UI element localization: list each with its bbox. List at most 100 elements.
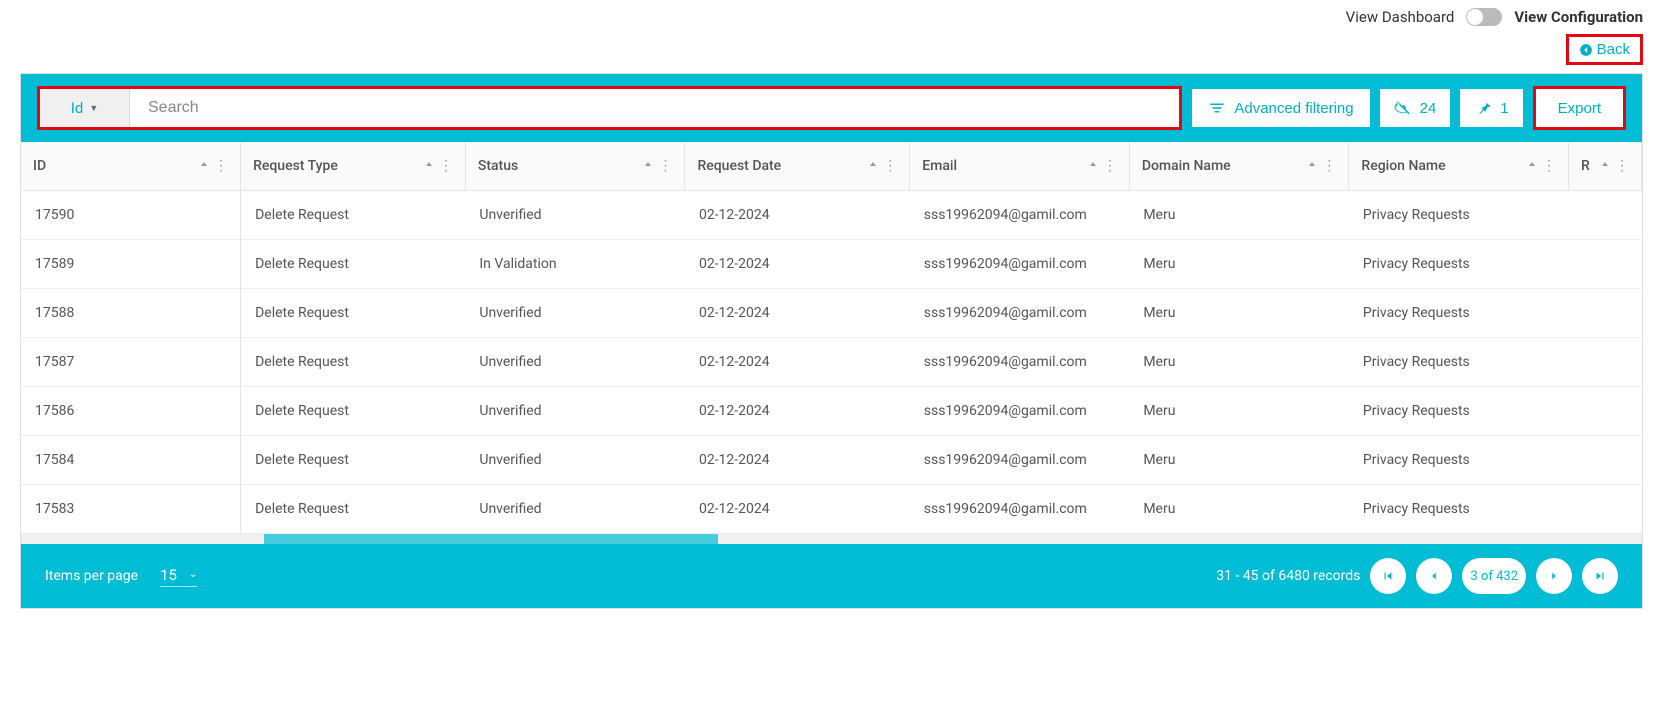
- table-cell: 02-12-2024: [685, 338, 910, 387]
- back-button-label: Back: [1597, 41, 1630, 58]
- table-row[interactable]: 17590Delete RequestUnverified02-12-2024s…: [21, 191, 1642, 240]
- table-cell: Privacy Requests: [1349, 240, 1569, 289]
- table-cell: In Validation: [465, 240, 685, 289]
- table-cell: Meru: [1129, 387, 1349, 436]
- table-cell: Delete Request: [241, 338, 466, 387]
- table-cell: Meru: [1129, 240, 1349, 289]
- column-header[interactable]: Status ⋮: [465, 142, 685, 191]
- last-page-icon: [1593, 569, 1607, 583]
- hidden-columns-button[interactable]: 24: [1380, 89, 1451, 127]
- items-per-page-value: 15: [160, 566, 177, 584]
- table-cell: Privacy Requests: [1349, 436, 1569, 485]
- column-menu-icon[interactable]: ⋮: [1542, 159, 1556, 173]
- column-header[interactable]: Request Date ⋮: [685, 142, 910, 191]
- table-row[interactable]: 17583Delete RequestUnverified02-12-2024s…: [21, 485, 1642, 534]
- records-range-text: 31 - 45 of 6480 records: [1216, 568, 1360, 584]
- export-button-label: Export: [1558, 100, 1601, 117]
- sort-asc-icon[interactable]: [1599, 160, 1611, 172]
- toggle-knob: [1467, 9, 1483, 25]
- column-menu-icon[interactable]: ⋮: [439, 159, 453, 173]
- column-header[interactable]: Request Type ⋮: [241, 142, 466, 191]
- table-row[interactable]: 17587Delete RequestUnverified02-12-2024s…: [21, 338, 1642, 387]
- table-cell: [1568, 338, 1641, 387]
- table-cell: Meru: [1129, 289, 1349, 338]
- table-cell: 02-12-2024: [685, 436, 910, 485]
- prev-page-button[interactable]: [1416, 558, 1452, 594]
- table-cell: Privacy Requests: [1349, 338, 1569, 387]
- column-menu-icon[interactable]: ⋮: [658, 159, 672, 173]
- column-header-label: R: [1581, 158, 1590, 174]
- horizontal-scrollbar-thumb[interactable]: [264, 534, 718, 544]
- table-cell: Delete Request: [241, 485, 466, 534]
- table-cell: Meru: [1129, 485, 1349, 534]
- column-header-label: Request Type: [253, 158, 338, 174]
- column-menu-icon[interactable]: ⋮: [1103, 159, 1117, 173]
- table-cell: [1568, 387, 1641, 436]
- table-cell: [1568, 240, 1641, 289]
- sort-asc-icon[interactable]: [1087, 160, 1099, 172]
- column-menu-icon[interactable]: ⋮: [1322, 159, 1336, 173]
- column-header[interactable]: ID ⋮: [21, 142, 241, 191]
- export-button[interactable]: Export: [1536, 89, 1623, 127]
- search-input[interactable]: [130, 89, 1179, 127]
- table-cell: 17587: [21, 338, 241, 387]
- back-button[interactable]: Back: [1566, 34, 1643, 65]
- column-menu-icon[interactable]: ⋮: [883, 159, 897, 173]
- table-scroll[interactable]: ID ⋮ Request Type ⋮ Status ⋮ Request Dat…: [21, 142, 1642, 544]
- sort-asc-icon[interactable]: [198, 160, 210, 172]
- table-cell: Unverified: [465, 485, 685, 534]
- table-cell: [1568, 485, 1641, 534]
- sort-asc-icon[interactable]: [423, 160, 435, 172]
- table-row[interactable]: 17589Delete RequestIn Validation02-12-20…: [21, 240, 1642, 289]
- next-page-button[interactable]: [1536, 558, 1572, 594]
- column-header-label: ID: [33, 158, 46, 174]
- table-cell: sss19962094@gamil.com: [910, 289, 1130, 338]
- column-header[interactable]: Region Name ⋮: [1349, 142, 1569, 191]
- table-cell: Unverified: [465, 338, 685, 387]
- column-menu-icon[interactable]: ⋮: [214, 159, 228, 173]
- first-page-icon: [1381, 569, 1395, 583]
- items-per-page-label: Items per page: [45, 568, 138, 584]
- table-cell: 17590: [21, 191, 241, 240]
- table-cell: 02-12-2024: [685, 191, 910, 240]
- eye-off-icon: [1394, 99, 1412, 117]
- page-of-text: 3 of 432: [1462, 558, 1526, 594]
- table-cell: Unverified: [465, 387, 685, 436]
- sort-asc-icon[interactable]: [1306, 160, 1318, 172]
- last-page-button[interactable]: [1582, 558, 1618, 594]
- first-page-button[interactable]: [1370, 558, 1406, 594]
- table-cell: [1568, 436, 1641, 485]
- pinned-columns-button[interactable]: 1: [1460, 89, 1522, 127]
- table-cell: 02-12-2024: [685, 485, 910, 534]
- column-header[interactable]: Domain Name ⋮: [1129, 142, 1349, 191]
- table-cell: sss19962094@gamil.com: [910, 338, 1130, 387]
- search-field-dropdown[interactable]: Id ▼: [40, 89, 130, 127]
- search-group: Id ▼: [37, 86, 1182, 130]
- table-cell: [1568, 191, 1641, 240]
- column-header-label: Status: [478, 158, 518, 174]
- table-row[interactable]: 17588Delete RequestUnverified02-12-2024s…: [21, 289, 1642, 338]
- chevron-right-icon: [1547, 569, 1561, 583]
- column-menu-icon[interactable]: ⋮: [1615, 159, 1629, 173]
- table-row[interactable]: 17586Delete RequestUnverified02-12-2024s…: [21, 387, 1642, 436]
- table-cell: 17584: [21, 436, 241, 485]
- search-field-label: Id: [71, 99, 84, 117]
- column-header[interactable]: R ⋮: [1568, 142, 1641, 191]
- table-cell: Privacy Requests: [1349, 387, 1569, 436]
- items-per-page-select[interactable]: 15 ⌄: [160, 566, 197, 587]
- sort-asc-icon[interactable]: [867, 160, 879, 172]
- table-cell: 02-12-2024: [685, 240, 910, 289]
- table-row[interactable]: 17584Delete RequestUnverified02-12-2024s…: [21, 436, 1642, 485]
- horizontal-scrollbar[interactable]: [21, 534, 1642, 544]
- table-cell: Unverified: [465, 191, 685, 240]
- table-cell: Privacy Requests: [1349, 191, 1569, 240]
- pagination-bar: Items per page 15 ⌄ 31 - 45 of 6480 reco…: [21, 544, 1642, 608]
- table-cell: Meru: [1129, 191, 1349, 240]
- dashboard-toggle[interactable]: [1466, 8, 1502, 26]
- advanced-filtering-button[interactable]: Advanced filtering: [1192, 89, 1369, 127]
- sort-asc-icon[interactable]: [1526, 160, 1538, 172]
- column-header[interactable]: Email ⋮: [910, 142, 1130, 191]
- caret-down-icon: ⌄: [189, 569, 197, 580]
- caret-down-icon: ▼: [89, 103, 98, 114]
- sort-asc-icon[interactable]: [642, 160, 654, 172]
